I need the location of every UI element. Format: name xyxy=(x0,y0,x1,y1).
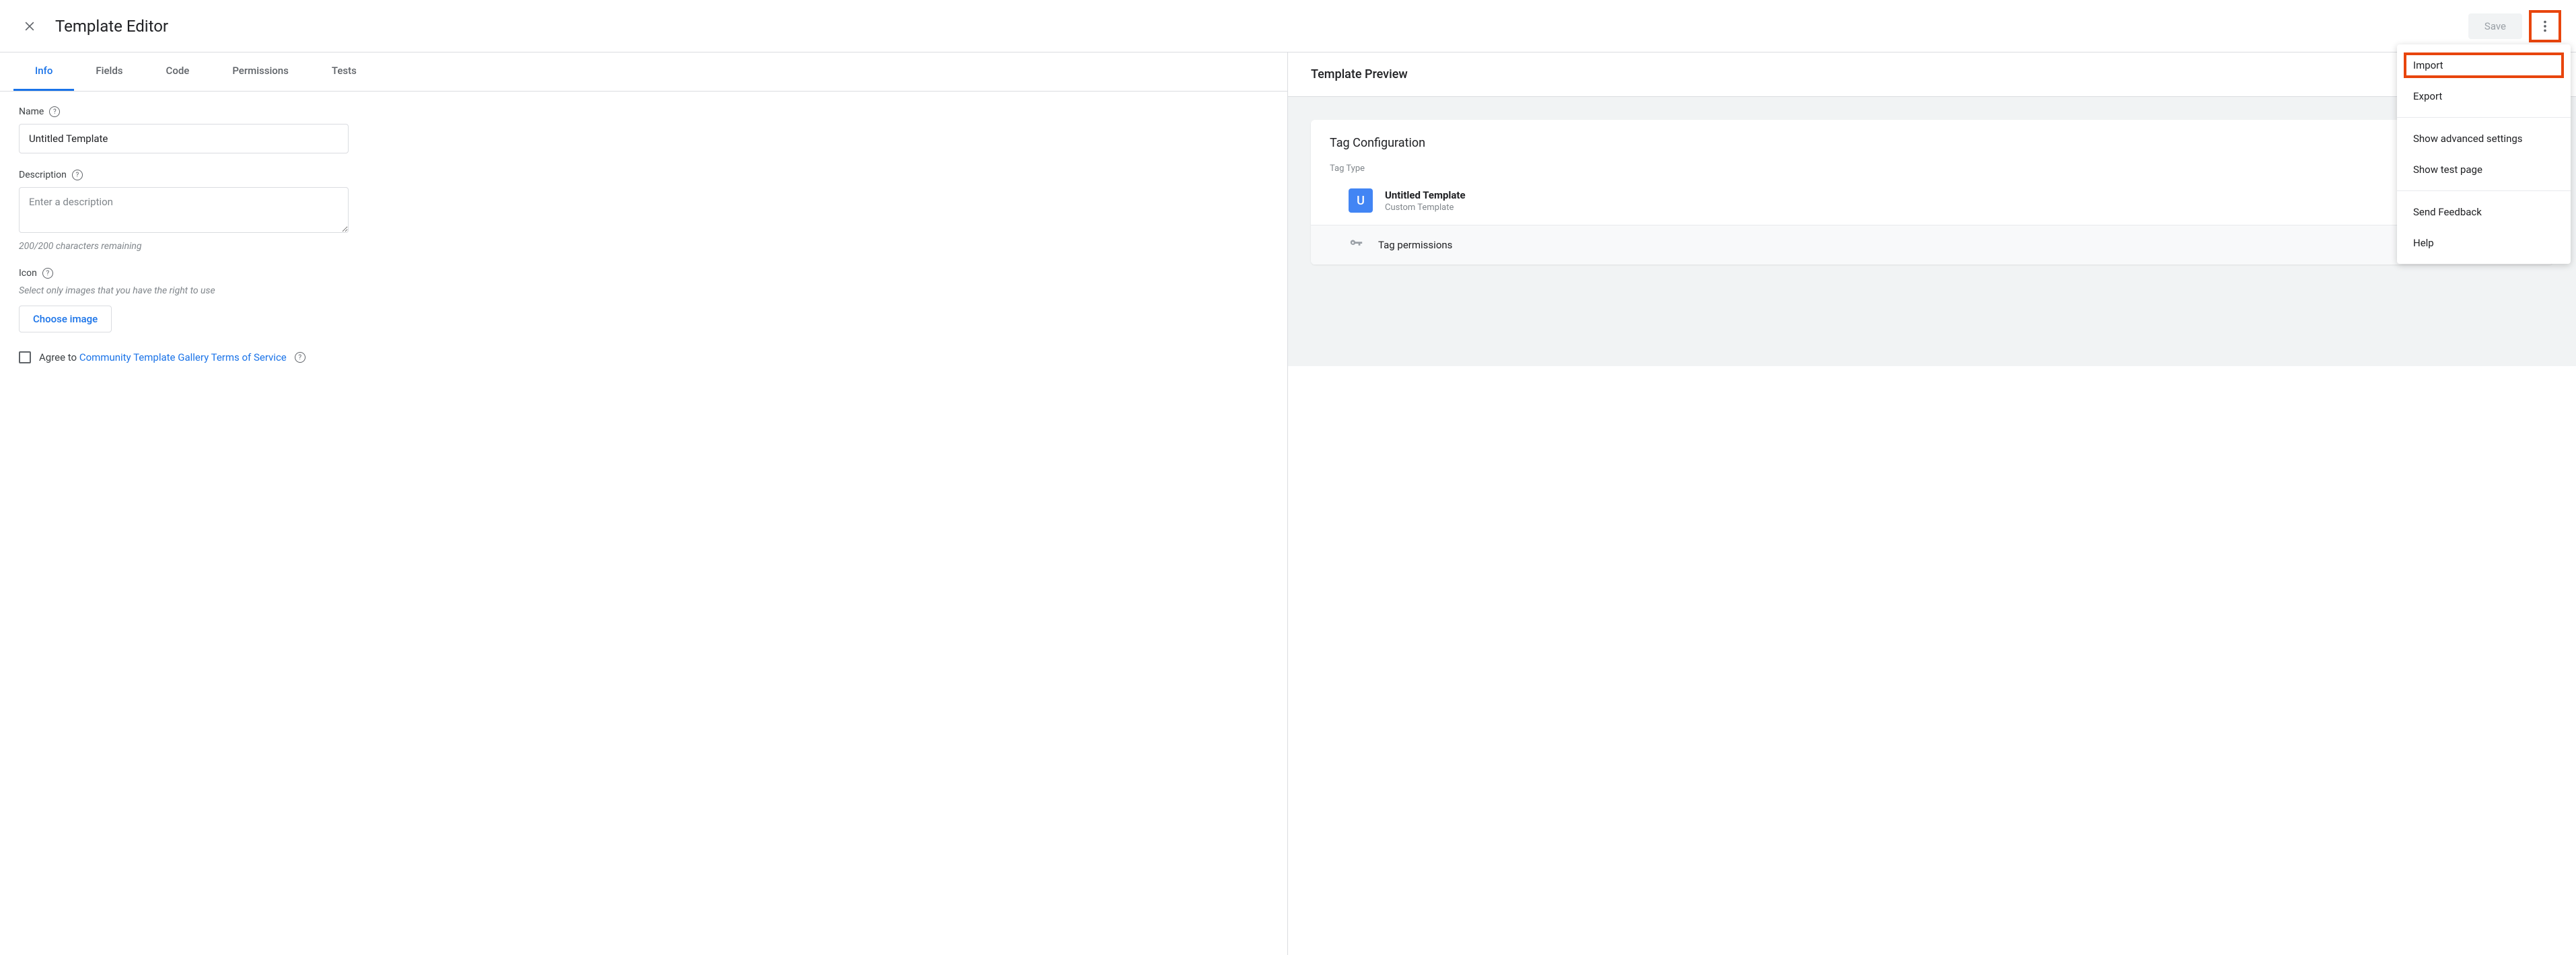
help-icon[interactable]: ? xyxy=(42,268,53,279)
tag-config-card: Tag Configuration Tag Type U Untitled Te… xyxy=(1311,120,2553,264)
description-input[interactable] xyxy=(19,187,349,233)
icon-helper-text: Select only images that you have the rig… xyxy=(19,285,1268,296)
save-button[interactable]: Save xyxy=(2468,13,2522,39)
menu-divider xyxy=(2397,117,2571,118)
card-title: Tag Configuration xyxy=(1311,136,2553,150)
menu-item-help[interactable]: Help xyxy=(2397,227,2571,258)
agree-text: Agree to Community Template Gallery Term… xyxy=(39,351,287,363)
tag-subtype: Custom Template xyxy=(1385,203,1466,213)
menu-divider xyxy=(2397,190,2571,191)
description-label-row: Description ? xyxy=(19,170,1268,180)
tag-type-icon: U xyxy=(1349,188,1373,213)
help-icon[interactable]: ? xyxy=(49,106,60,117)
menu-item-export[interactable]: Export xyxy=(2397,81,2571,112)
tag-type-label: Tag Type xyxy=(1311,164,2553,174)
tag-info: Untitled Template Custom Template xyxy=(1385,189,1466,213)
tag-name: Untitled Template xyxy=(1385,189,1466,201)
more-menu-button[interactable] xyxy=(2530,11,2560,41)
more-menu-dropdown: Import Export Show advanced settings Sho… xyxy=(2397,44,2571,264)
description-counter: 200/200 characters remaining xyxy=(19,241,1268,252)
page-title: Template Editor xyxy=(55,17,168,36)
icon-label-row: Icon ? xyxy=(19,268,1268,279)
close-icon xyxy=(23,20,36,33)
help-icon[interactable]: ? xyxy=(295,352,306,363)
name-field-group: Name ? xyxy=(19,106,1268,153)
body-split: Info Fields Code Permissions Tests Name … xyxy=(0,52,2576,955)
tab-tests[interactable]: Tests xyxy=(310,52,378,91)
icon-field-group: Icon ? Select only images that you have … xyxy=(19,268,1268,332)
name-input[interactable] xyxy=(19,124,349,153)
info-form: Name ? Description ? 200/200 characters … xyxy=(0,92,1287,378)
menu-item-advanced[interactable]: Show advanced settings xyxy=(2397,123,2571,154)
tag-permissions-label: Tag permissions xyxy=(1378,239,1452,251)
tab-code[interactable]: Code xyxy=(145,52,211,91)
header-bar: Template Editor Save Import Export Show … xyxy=(0,0,2576,52)
menu-item-feedback[interactable]: Send Feedback xyxy=(2397,197,2571,227)
agree-prefix: Agree to xyxy=(39,351,79,363)
tab-info[interactable]: Info xyxy=(13,52,74,91)
editor-panel: Info Fields Code Permissions Tests Name … xyxy=(0,52,1288,955)
description-label: Description xyxy=(19,170,67,180)
more-vert-icon xyxy=(2538,19,2552,34)
terms-link[interactable]: Community Template Gallery Terms of Serv… xyxy=(79,351,287,363)
tab-bar: Info Fields Code Permissions Tests xyxy=(0,52,1287,92)
menu-item-import[interactable]: Import xyxy=(2397,50,2571,81)
name-label-row: Name ? xyxy=(19,106,1268,117)
preview-body: Tag Configuration Tag Type U Untitled Te… xyxy=(1288,97,2576,366)
menu-item-testpage[interactable]: Show test page xyxy=(2397,154,2571,185)
tag-permissions-row[interactable]: Tag permissions xyxy=(1311,225,2553,264)
agree-row: Agree to Community Template Gallery Term… xyxy=(19,351,1268,363)
agree-checkbox[interactable] xyxy=(19,351,31,363)
description-field-group: Description ? 200/200 characters remaini… xyxy=(19,170,1268,252)
tag-row: U Untitled Template Custom Template xyxy=(1311,182,2553,225)
icon-label: Icon xyxy=(19,268,37,279)
choose-image-button[interactable]: Choose image xyxy=(19,306,112,332)
help-icon[interactable]: ? xyxy=(72,170,83,180)
key-icon xyxy=(1349,236,1363,254)
tab-fields[interactable]: Fields xyxy=(74,52,144,91)
name-label: Name xyxy=(19,106,44,117)
tab-permissions[interactable]: Permissions xyxy=(211,52,310,91)
preview-title: Template Preview xyxy=(1288,52,2576,97)
preview-panel: Template Preview Tag Configuration Tag T… xyxy=(1288,52,2576,955)
close-button[interactable] xyxy=(16,13,43,40)
header-actions: Save xyxy=(2468,11,2560,41)
